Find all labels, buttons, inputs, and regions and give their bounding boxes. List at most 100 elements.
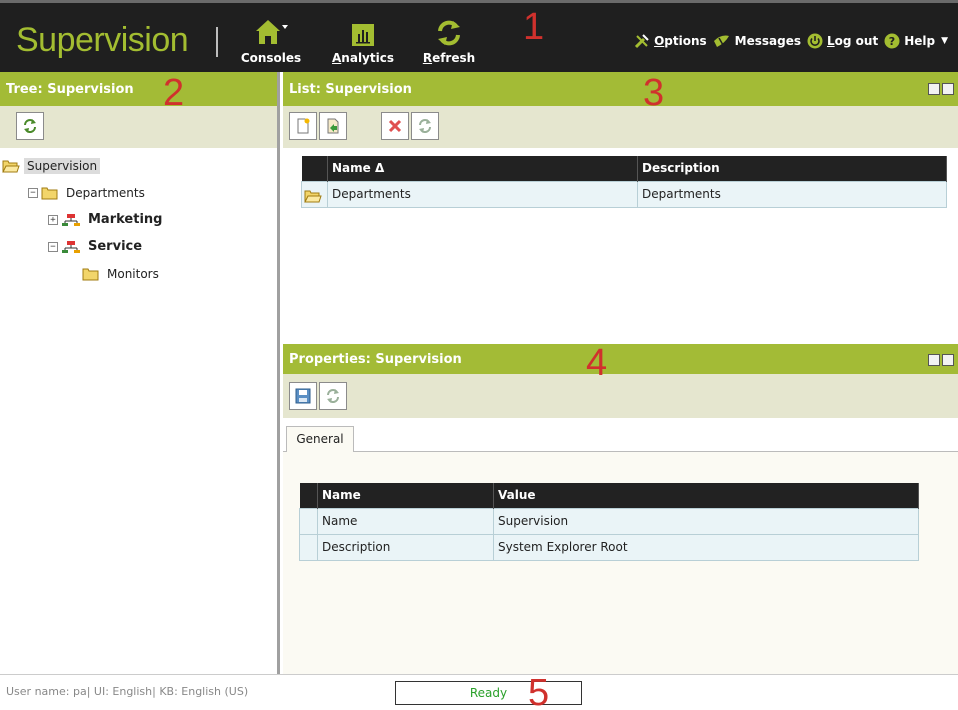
list-panel-title-text: List: Supervision xyxy=(289,82,412,97)
maximize-icon[interactable] xyxy=(942,83,954,95)
options-accel: O xyxy=(654,34,665,48)
refresh-accel: R xyxy=(422,51,433,65)
svg-text:?: ? xyxy=(889,35,895,48)
table-row[interactable]: Name Supervision xyxy=(299,507,919,535)
tree-node-marketing[interactable]: + Marketing xyxy=(0,206,277,233)
annotation-marker-2: 2 xyxy=(163,72,185,114)
tree-node-service[interactable]: − Service xyxy=(0,233,277,260)
open-item-button[interactable] xyxy=(319,112,347,140)
analytics-icon xyxy=(352,24,374,46)
tree-panel-title: Tree: Supervision xyxy=(0,72,277,106)
refresh-icon xyxy=(438,20,460,46)
properties-table: Name Value Name Supervision Description … xyxy=(299,483,919,561)
tree-node-supervision[interactable]: Supervision xyxy=(0,152,277,179)
list-toolbar xyxy=(283,106,958,148)
consoles-button[interactable]: Consoles xyxy=(236,11,306,65)
options-label: ptions xyxy=(664,34,707,48)
collapse-toggle[interactable]: − xyxy=(48,241,58,252)
collapse-toggle[interactable]: − xyxy=(28,187,38,198)
property-name-cell: Description xyxy=(317,533,494,561)
tree-panel-title-text: Tree: Supervision xyxy=(6,82,134,97)
messages-icon xyxy=(713,35,729,47)
property-value-cell[interactable]: Supervision xyxy=(493,507,919,535)
table-row[interactable]: Departments Departments xyxy=(301,180,947,208)
analytics-accel: A xyxy=(332,51,342,65)
annotation-marker-5: 5 xyxy=(528,672,550,710)
description-column-header[interactable]: Description xyxy=(637,156,947,181)
chevron-down-icon: ▼ xyxy=(941,36,948,46)
user-info: User name: pa| UI: English| KB: English … xyxy=(6,685,249,698)
property-name-cell: Name xyxy=(317,507,494,535)
properties-table-header: Name Value xyxy=(299,483,919,508)
row-description-cell: Departments xyxy=(637,180,947,208)
logout-menu[interactable]: Log out xyxy=(807,33,878,49)
annotation-marker-3: 3 xyxy=(643,72,665,114)
top-header: Supervision Consoles Analytics Refresh O… xyxy=(0,0,958,72)
folder-icon xyxy=(82,268,99,280)
refresh-label: efresh xyxy=(432,51,476,65)
tree-node-label: Marketing xyxy=(88,212,163,227)
home-icon xyxy=(256,20,288,44)
tree-node-monitors[interactable]: Monitors xyxy=(0,260,277,287)
folder-icon xyxy=(41,187,58,199)
status-indicator: Ready xyxy=(395,681,582,705)
folder-icon xyxy=(304,190,322,202)
messages-label: Messages xyxy=(734,34,801,48)
row-selector-cell xyxy=(299,533,318,561)
properties-window-controls xyxy=(928,354,954,366)
tree-refresh-button[interactable] xyxy=(16,112,44,140)
refresh-icon xyxy=(327,389,339,403)
tools-icon xyxy=(635,34,649,49)
brand-divider xyxy=(216,27,218,57)
tree-node-label: Monitors xyxy=(107,266,159,281)
tree-node-departments[interactable]: − Departments xyxy=(0,179,277,206)
list-panel: List: Supervision Name Δ Description Dep… xyxy=(283,72,958,344)
annotation-marker-4: 4 xyxy=(586,342,608,384)
tree-node-label: Departments xyxy=(66,185,145,200)
refresh-icon xyxy=(419,119,431,133)
analytics-button[interactable]: Analytics xyxy=(328,11,398,65)
tree-view: Supervision − Departments + Marketing − xyxy=(0,148,277,287)
tree-node-label: Service xyxy=(88,239,143,254)
table-row[interactable]: Description System Explorer Root xyxy=(299,533,919,561)
properties-tabbar: General xyxy=(283,420,958,453)
user-menu: Options Messages Log out ? Help ▼ xyxy=(634,33,948,49)
delete-icon xyxy=(388,119,402,133)
options-menu[interactable]: Options xyxy=(634,33,707,49)
row-icon-cell xyxy=(301,180,328,208)
status-bar: User name: pa| UI: English| KB: English … xyxy=(0,674,958,710)
messages-menu[interactable]: Messages xyxy=(713,33,801,49)
annotation-marker-1: 1 xyxy=(523,6,545,48)
properties-refresh-button[interactable] xyxy=(319,382,347,410)
maximize-icon[interactable] xyxy=(942,354,954,366)
value-column-header: Value xyxy=(493,483,919,508)
list-panel-title: List: Supervision xyxy=(283,72,958,106)
expand-toggle[interactable]: + xyxy=(48,214,58,225)
list-refresh-button[interactable] xyxy=(411,112,439,140)
minimize-icon[interactable] xyxy=(928,354,940,366)
consoles-label: Consoles xyxy=(240,51,302,65)
minimize-icon[interactable] xyxy=(928,83,940,95)
icon-column-header xyxy=(301,156,328,181)
logout-accel: L xyxy=(826,34,835,48)
save-button[interactable] xyxy=(289,382,317,410)
property-value-cell[interactable]: System Explorer Root xyxy=(493,533,919,561)
help-icon: ? xyxy=(884,33,900,49)
properties-panel-title: Properties: Supervision xyxy=(283,344,958,374)
list-window-controls xyxy=(928,83,954,95)
tree-panel: Tree: Supervision Supervision − Departme xyxy=(0,72,280,674)
tree-node-label: Supervision xyxy=(24,157,101,174)
name-column-header: Name xyxy=(317,483,494,508)
refresh-button[interactable]: Refresh xyxy=(414,11,484,65)
name-column-header[interactable]: Name Δ xyxy=(327,156,638,181)
help-menu[interactable]: ? Help ▼ xyxy=(884,33,948,49)
tab-general[interactable]: General xyxy=(286,426,354,453)
properties-body: Name Value Name Supervision Description … xyxy=(283,452,958,674)
new-document-icon xyxy=(297,118,310,134)
properties-panel-title-text: Properties: Supervision xyxy=(289,352,462,367)
help-label: Help xyxy=(904,34,936,48)
new-item-button[interactable] xyxy=(289,112,317,140)
save-icon xyxy=(295,388,311,404)
refresh-icon xyxy=(24,119,36,133)
delete-button[interactable] xyxy=(381,112,409,140)
